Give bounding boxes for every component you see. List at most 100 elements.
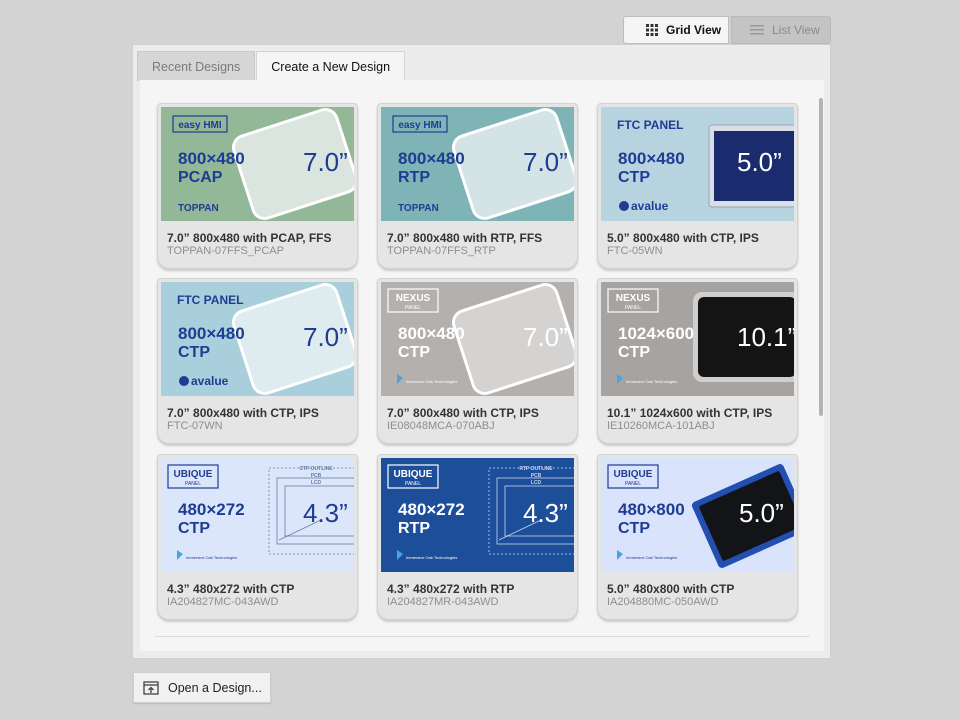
- grid-view-button[interactable]: Grid View: [623, 16, 729, 44]
- maker-logo: avalue: [631, 199, 669, 213]
- card-part-number: FTC-07WN: [167, 420, 223, 432]
- list-view-label: List View: [772, 23, 820, 37]
- design-card[interactable]: CTP OUTLINE PCB LCD UBIQUE PANEL 480×272 CTP 4.…: [157, 454, 358, 620]
- maker-logo: TOPPAN: [178, 203, 219, 214]
- touch-type-label: CTP: [178, 520, 210, 537]
- screen-size-label: 7.0”: [523, 322, 568, 352]
- tab-label: Recent Designs: [152, 59, 241, 74]
- touch-type-label: CTP: [618, 520, 650, 537]
- touch-type-label: CTP: [398, 344, 430, 361]
- grid-icon: [646, 24, 658, 36]
- brand-name: UBIQUE: [614, 469, 653, 480]
- maker-logo: Immersive Oak Technologies: [626, 555, 677, 560]
- outline-label: PCB: [531, 473, 542, 479]
- outline-label: RTP OUTLINE: [519, 466, 553, 472]
- outline-label: CTP OUTLINE: [299, 466, 333, 472]
- touch-type-label: RTP: [398, 169, 430, 186]
- card-thumbnail: easy HMI 800×480 RTP 7.0” TOPPAN: [381, 107, 574, 221]
- card-title: 5.0” 800x480 with CTP, IPS: [607, 231, 759, 245]
- card-title: 10.1” 1024x600 with CTP, IPS: [607, 406, 773, 420]
- design-card[interactable]: RTP OUTLINE PCB LCD UBIQUE PANEL 480×272 RTP 4.…: [377, 454, 578, 620]
- card-thumbnail: FTC PANEL 800×480 CTP 7.0” avalue: [161, 282, 354, 396]
- brand-name: easy HMI: [398, 120, 442, 131]
- tab-create-new-design[interactable]: Create a New Design: [256, 51, 406, 81]
- card-title: 4.3” 480x272 with CTP: [167, 582, 295, 596]
- card-thumbnail: NEXUS PANEL 1024×600 CTP 10.1” Immersive Oak …: [601, 282, 794, 396]
- resolution-label: 480×272: [398, 500, 465, 519]
- card-title: 7.0” 800x480 with PCAP, FFS: [167, 231, 332, 245]
- resolution-label: 800×480: [398, 149, 465, 168]
- resolution-label: 480×800: [618, 500, 685, 519]
- screen-size-label: 7.0”: [523, 147, 568, 177]
- card-thumbnail: easy HMI 800×480 PCAP 7.0” TOPPAN: [161, 107, 354, 221]
- outline-label: LCD: [311, 480, 322, 486]
- card-part-number: IE10260MCA-101ABJ: [607, 420, 715, 432]
- open-design-button[interactable]: Open a Design...: [133, 672, 271, 703]
- card-part-number: TOPPAN-07FFS_RTP: [387, 245, 496, 257]
- open-design-label: Open a Design...: [168, 680, 262, 695]
- screen-size-label: 10.1”: [737, 322, 794, 352]
- screen-size-label: 7.0”: [303, 322, 348, 352]
- brand-name: FTC PANEL: [617, 118, 683, 132]
- screen-size-label: 4.3”: [303, 498, 348, 528]
- tab-bar: Recent Designs Create a New Design: [137, 51, 406, 81]
- outline-label: LCD: [531, 480, 542, 486]
- card-part-number: IA204880MC-050AWD: [607, 596, 719, 608]
- list-view-button[interactable]: List View: [731, 16, 831, 44]
- card-title: 4.3” 480x272 with RTP: [387, 582, 515, 596]
- resolution-label: 800×480: [178, 149, 245, 168]
- tab-label: Create a New Design: [271, 59, 391, 74]
- resolution-label: 1024×600: [618, 324, 694, 343]
- screen-size-label: 5.0”: [737, 147, 782, 177]
- scrollbar[interactable]: [819, 98, 823, 416]
- design-card[interactable]: FTC PANEL 800×480 CTP 5.0” avalue 5.0” 800x48…: [597, 103, 798, 269]
- touch-type-label: CTP: [618, 169, 650, 186]
- brand-name: NEXUS: [616, 293, 651, 304]
- card-thumbnail: RTP OUTLINE PCB LCD UBIQUE PANEL 480×272 RTP 4.…: [381, 458, 574, 572]
- brand-sub: PANEL: [625, 305, 641, 311]
- tab-recent-designs[interactable]: Recent Designs: [137, 51, 256, 81]
- maker-logo: avalue: [191, 374, 229, 388]
- card-part-number: IA204827MC-043AWD: [167, 596, 279, 608]
- design-card[interactable]: UBIQUE PANEL 480×800 CTP 5.0” Immersive Oak T…: [597, 454, 798, 620]
- brand-name: FTC PANEL: [177, 293, 243, 307]
- card-part-number: FTC-05WN: [607, 245, 663, 257]
- brand-name: UBIQUE: [174, 469, 213, 480]
- template-grid: easy HMI 800×480 PCAP 7.0” TOPPAN 7.0” 800x48…: [140, 80, 824, 651]
- divider: [155, 636, 810, 637]
- touch-type-label: CTP: [178, 344, 210, 361]
- brand-name: easy HMI: [178, 120, 222, 131]
- design-card[interactable]: easy HMI 800×480 RTP 7.0” TOPPAN 7.0” 800x480…: [377, 103, 578, 269]
- resolution-label: 800×480: [618, 149, 685, 168]
- resolution-label: 480×272: [178, 500, 245, 519]
- design-panel: Recent Designs Create a New Design easy …: [132, 44, 831, 659]
- brand-name: NEXUS: [396, 293, 431, 304]
- card-part-number: TOPPAN-07FFS_PCAP: [167, 245, 284, 257]
- design-card[interactable]: NEXUS PANEL 800×480 CTP 7.0” Immersive Oak Te…: [377, 278, 578, 444]
- open-file-icon: [143, 680, 159, 695]
- grid-view-label: Grid View: [666, 23, 722, 37]
- card-thumbnail: NEXUS PANEL 800×480 CTP 7.0” Immersive Oak Te…: [381, 282, 574, 396]
- card-thumbnail: FTC PANEL 800×480 CTP 5.0” avalue: [601, 107, 794, 221]
- brand-sub: PANEL: [625, 481, 641, 487]
- design-card[interactable]: NEXUS PANEL 1024×600 CTP 10.1” Immersive Oak …: [597, 278, 798, 444]
- outline-label: PCB: [311, 473, 322, 479]
- design-card[interactable]: easy HMI 800×480 PCAP 7.0” TOPPAN 7.0” 800x48…: [157, 103, 358, 269]
- card-part-number: IA204827MR-043AWD: [387, 596, 499, 608]
- card-thumbnail: CTP OUTLINE PCB LCD UBIQUE PANEL 480×272 CTP 4.…: [161, 458, 354, 572]
- list-icon: [750, 25, 764, 35]
- screen-size-label: 7.0”: [303, 147, 348, 177]
- maker-logo: Immersive Oak Technologies: [406, 379, 457, 384]
- maker-logo: Immersive Oak Technologies: [186, 555, 237, 560]
- screen-size-label: 4.3”: [523, 498, 568, 528]
- brand-name: UBIQUE: [394, 469, 433, 480]
- brand-sub: PANEL: [405, 305, 421, 311]
- touch-type-label: CTP: [618, 344, 650, 361]
- maker-logo: Immersive Oak Technologies: [626, 379, 677, 384]
- resolution-label: 800×480: [398, 324, 465, 343]
- design-card[interactable]: FTC PANEL 800×480 CTP 7.0” avalue 7.0” 800x48…: [157, 278, 358, 444]
- resolution-label: 800×480: [178, 324, 245, 343]
- card-title: 7.0” 800x480 with RTP, FFS: [387, 231, 543, 245]
- card-thumbnail: UBIQUE PANEL 480×800 CTP 5.0” Immersive Oak T…: [601, 458, 794, 572]
- brand-sub: PANEL: [405, 481, 421, 487]
